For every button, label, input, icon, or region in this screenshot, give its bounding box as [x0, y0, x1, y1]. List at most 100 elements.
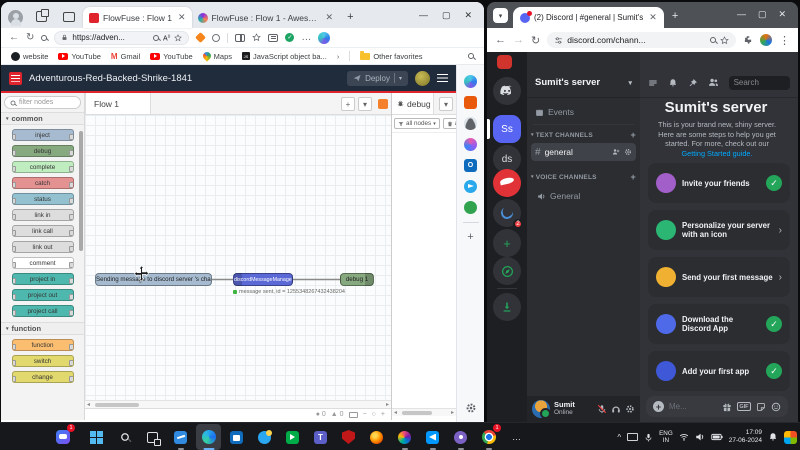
new-tab-button[interactable]: +	[347, 11, 353, 23]
language-indicator[interactable]: ENGIN	[659, 430, 673, 444]
close-tab-icon[interactable]: ✕	[178, 12, 186, 23]
workspaces-icon[interactable]	[36, 11, 47, 22]
palette-node-comment[interactable]: comment	[12, 257, 74, 269]
address-bar[interactable]: discord.com/chann...	[547, 32, 736, 48]
copilot-sidebar-icon[interactable]	[464, 75, 477, 88]
add-sidebar-item-icon[interactable]: +	[467, 231, 473, 243]
server-dropdown-icon[interactable]: ▾	[628, 79, 632, 87]
deploy-button[interactable]: Deploy ▾	[347, 71, 408, 86]
voice-channel-general[interactable]: General	[531, 188, 636, 204]
emoji-icon[interactable]	[771, 402, 781, 412]
channel-settings-gear-icon[interactable]	[624, 148, 632, 156]
profile-avatar-icon[interactable]	[8, 10, 23, 25]
zoom-icon[interactable]	[710, 37, 716, 43]
profile-tool-icon[interactable]	[464, 117, 477, 130]
notifications-bell-icon[interactable]	[668, 78, 678, 88]
vscode-icon[interactable]	[420, 424, 445, 450]
palette-node-switch[interactable]: switch	[12, 355, 74, 367]
outlook-icon[interactable]: O	[464, 159, 477, 172]
explore-servers-button[interactable]	[493, 257, 521, 285]
create-channel-icon[interactable]: +	[631, 130, 636, 140]
palette-node-link-in[interactable]: link in	[12, 209, 74, 221]
copilot-icon[interactable]	[318, 32, 330, 44]
back-button[interactable]: ←	[9, 32, 19, 43]
flow-list-icon[interactable]: ▾	[358, 97, 372, 111]
other-favorites[interactable]: Other favorites	[360, 52, 422, 61]
add-flow-button[interactable]: +	[341, 97, 355, 111]
card-add-app[interactable]: Add your first app ✓	[648, 351, 790, 391]
back-button[interactable]: ←	[495, 34, 506, 46]
close-button[interactable]: ✕	[778, 9, 786, 20]
adblock-icon[interactable]: ✓	[285, 33, 294, 42]
close-tab-icon[interactable]: ✕	[326, 12, 334, 23]
palette-node-inject[interactable]: inject	[12, 129, 74, 141]
volume-icon[interactable]	[695, 432, 705, 442]
palette-node-complete[interactable]: complete	[12, 161, 74, 173]
microsoft-store-icon[interactable]	[224, 424, 249, 450]
sidebar-options-icon[interactable]: ▾	[439, 97, 453, 111]
headset-icon[interactable]	[611, 404, 621, 414]
teams-icon[interactable]: T	[308, 424, 333, 450]
favorite-star-icon[interactable]	[174, 34, 182, 42]
card-personalize-server[interactable]: Personalize your server with an icon ›	[648, 210, 790, 250]
microphone-tray-icon[interactable]	[644, 433, 653, 442]
message-composer[interactable]: + Me... GIF	[646, 396, 788, 417]
card-invite-friends[interactable]: Invite your friends ✓	[648, 163, 790, 203]
profile-avatar[interactable]	[760, 34, 772, 46]
server-red[interactable]	[493, 169, 521, 197]
user-avatar[interactable]	[532, 400, 550, 418]
office-icon[interactable]	[392, 424, 417, 450]
server-sumits[interactable]: Ss	[493, 115, 521, 143]
sidebar-settings-gear-icon[interactable]	[465, 402, 477, 414]
weather-app-icon[interactable]	[252, 424, 277, 450]
tab-flowfuse-flow1[interactable]: FlowFuse : Flow 1 ✕	[83, 7, 192, 28]
discord-message-node[interactable]: discordMessageManager	[233, 273, 293, 286]
monitor-app-icon[interactable]	[168, 424, 193, 450]
taskbar-overflow-icon[interactable]: …	[504, 424, 529, 450]
bookmark-youtube2[interactable]: YouTube	[150, 52, 192, 61]
server-with-mentions[interactable]: 2	[493, 199, 521, 227]
search-favorites-icon[interactable]	[468, 53, 474, 59]
bookmark-website[interactable]: website	[11, 52, 48, 61]
new-tab-button[interactable]: +	[672, 10, 678, 22]
mcafee-icon[interactable]	[336, 424, 361, 450]
gif-icon[interactable]: GIF	[737, 402, 751, 411]
sticker-icon[interactable]	[756, 402, 766, 412]
extensions-puzzle-icon[interactable]	[743, 35, 753, 45]
search-icon[interactable]	[41, 35, 47, 41]
extension-icon[interactable]	[212, 34, 220, 42]
purple-app-icon[interactable]	[448, 424, 473, 450]
canvas-hscrollbar[interactable]: ◂▸	[85, 400, 391, 408]
notification-bell-icon[interactable]	[768, 432, 778, 442]
forward-button[interactable]: →	[513, 34, 524, 46]
card-download-app[interactable]: Download the Discord App ✓	[648, 304, 790, 344]
telegram-icon[interactable]	[464, 180, 477, 193]
taskbar-chrome-icon[interactable]: 1	[476, 424, 501, 450]
palette-node-status[interactable]: status	[12, 193, 74, 205]
minimap-toggle-icon[interactable]	[349, 412, 358, 418]
download-apps-button[interactable]	[493, 293, 521, 321]
bookmark-js[interactable]: JSJavaScript object ba...	[242, 52, 327, 61]
events-item[interactable]: Events	[529, 104, 638, 120]
palette-scrollbar[interactable]	[79, 131, 83, 251]
start-button[interactable]	[84, 424, 109, 450]
palette-filter-input[interactable]: filter nodes	[4, 96, 81, 109]
debug-tab[interactable]: debug	[392, 93, 434, 114]
collections-icon[interactable]	[268, 34, 278, 42]
member-list-icon[interactable]	[708, 77, 719, 88]
taskbar-search-icon[interactable]	[112, 424, 137, 450]
card-first-message[interactable]: Send your first message ›	[648, 257, 790, 297]
zoom-out-button[interactable]: −	[363, 411, 367, 418]
minimize-button[interactable]: —	[737, 9, 746, 20]
read-aloud-icon[interactable]: A))	[163, 33, 170, 42]
split-screen-icon[interactable]	[235, 34, 245, 42]
bookmark-maps[interactable]: Maps	[203, 52, 232, 61]
flow-tab[interactable]: Flow 1	[85, 93, 151, 114]
bookmark-youtube[interactable]: YouTube	[58, 52, 100, 61]
favorites-icon[interactable]	[252, 33, 261, 42]
tab-discord[interactable]: (2) Discord | #general | Sumit's ✕	[513, 7, 664, 28]
threads-icon[interactable]	[648, 78, 658, 88]
invite-people-icon[interactable]	[612, 148, 620, 156]
taskbar-edge-icon[interactable]	[196, 424, 221, 450]
server-header[interactable]: Sumit's server ▾	[527, 68, 640, 98]
